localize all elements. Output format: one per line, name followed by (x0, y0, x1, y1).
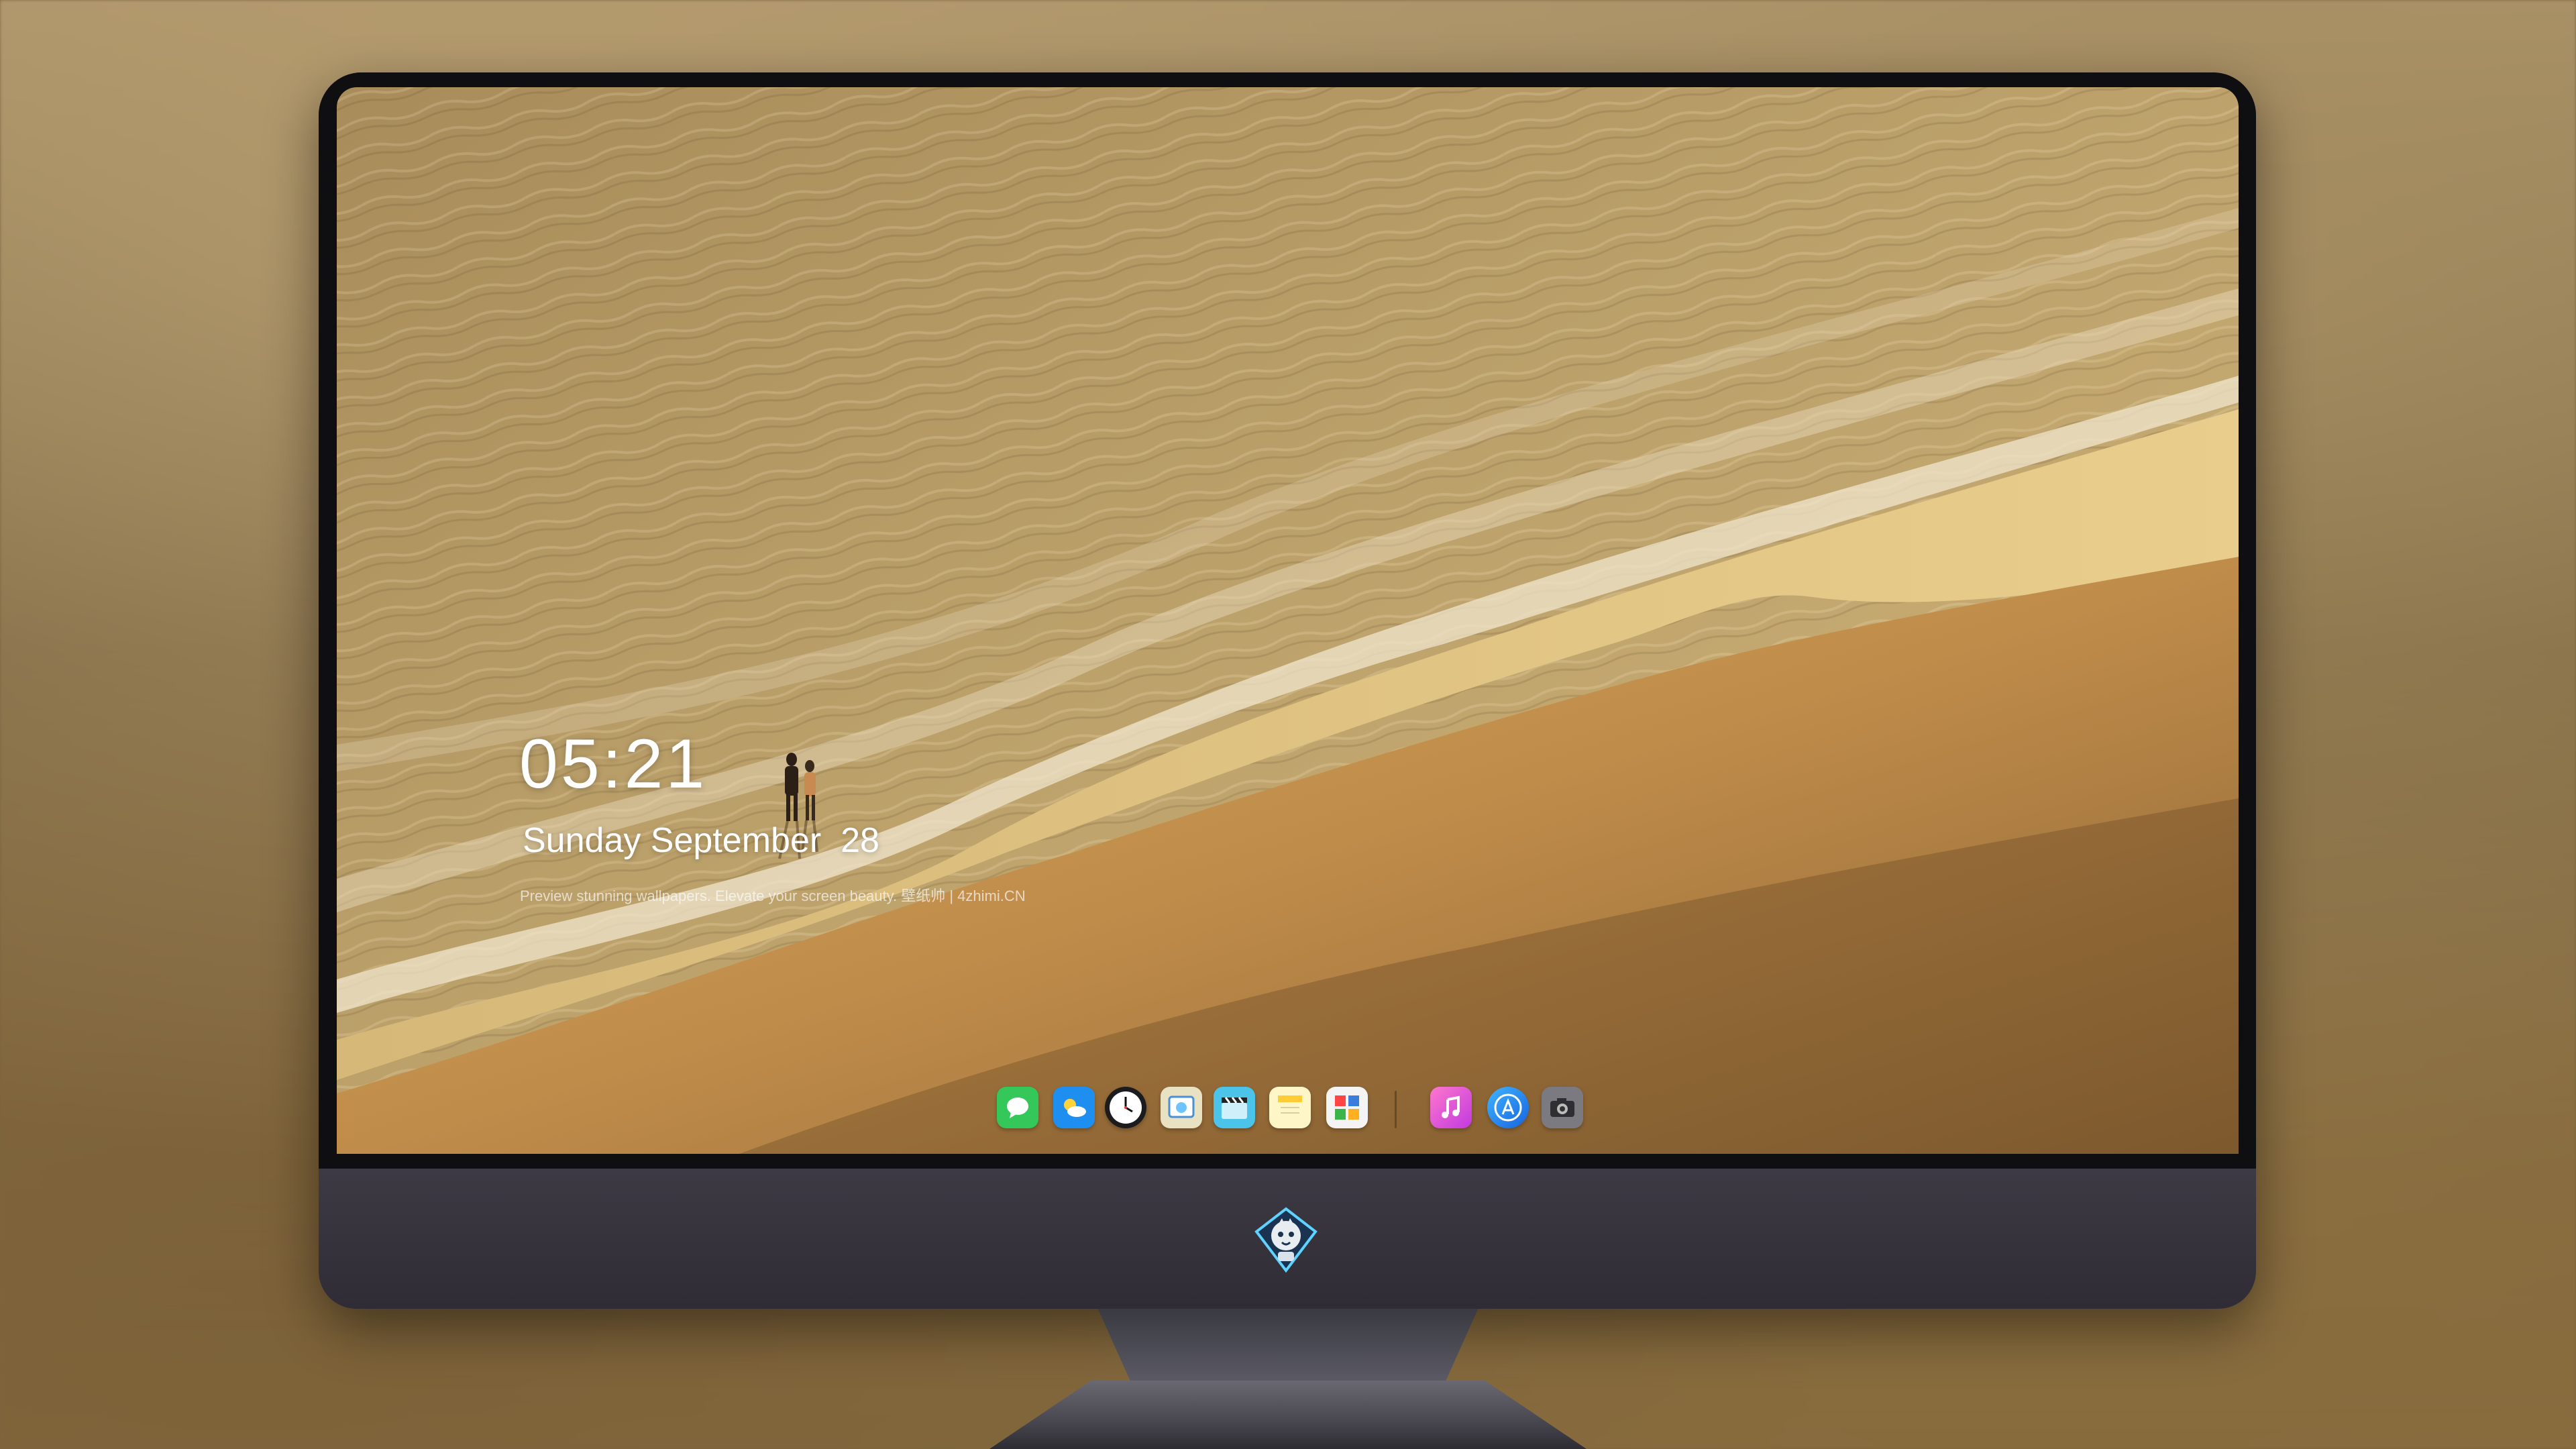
messages-icon[interactable] (997, 1087, 1038, 1128)
lockscreen-date: Sunday September 28 (523, 821, 879, 860)
photos-grid-icon[interactable] (1326, 1087, 1368, 1128)
monitor-stand-neck (1097, 1309, 1479, 1383)
preview-icon[interactable] (1161, 1087, 1202, 1128)
monitor-chin (319, 1169, 2256, 1309)
beach-wallpaper (337, 87, 2239, 1154)
weather-icon[interactable] (1053, 1087, 1095, 1128)
desktop-screen: 05:21 Sunday September 28 Preview stunni… (337, 87, 2239, 1154)
dock (987, 1077, 1585, 1144)
clapper-icon[interactable] (1214, 1087, 1255, 1128)
music-icon[interactable] (1430, 1087, 1472, 1128)
brand-logo-icon (1254, 1207, 1318, 1273)
monitor-stand-base (989, 1381, 1587, 1449)
lockscreen-clock: 05:21 (519, 725, 708, 803)
app-store-icon[interactable] (1487, 1087, 1529, 1128)
dock-separator (1395, 1091, 1397, 1128)
camera-icon[interactable] (1542, 1087, 1583, 1128)
notes-icon[interactable] (1269, 1087, 1311, 1128)
wallpaper-caption: Preview stunning wallpapers. Elevate you… (520, 888, 1026, 904)
clock-icon[interactable] (1105, 1087, 1146, 1128)
